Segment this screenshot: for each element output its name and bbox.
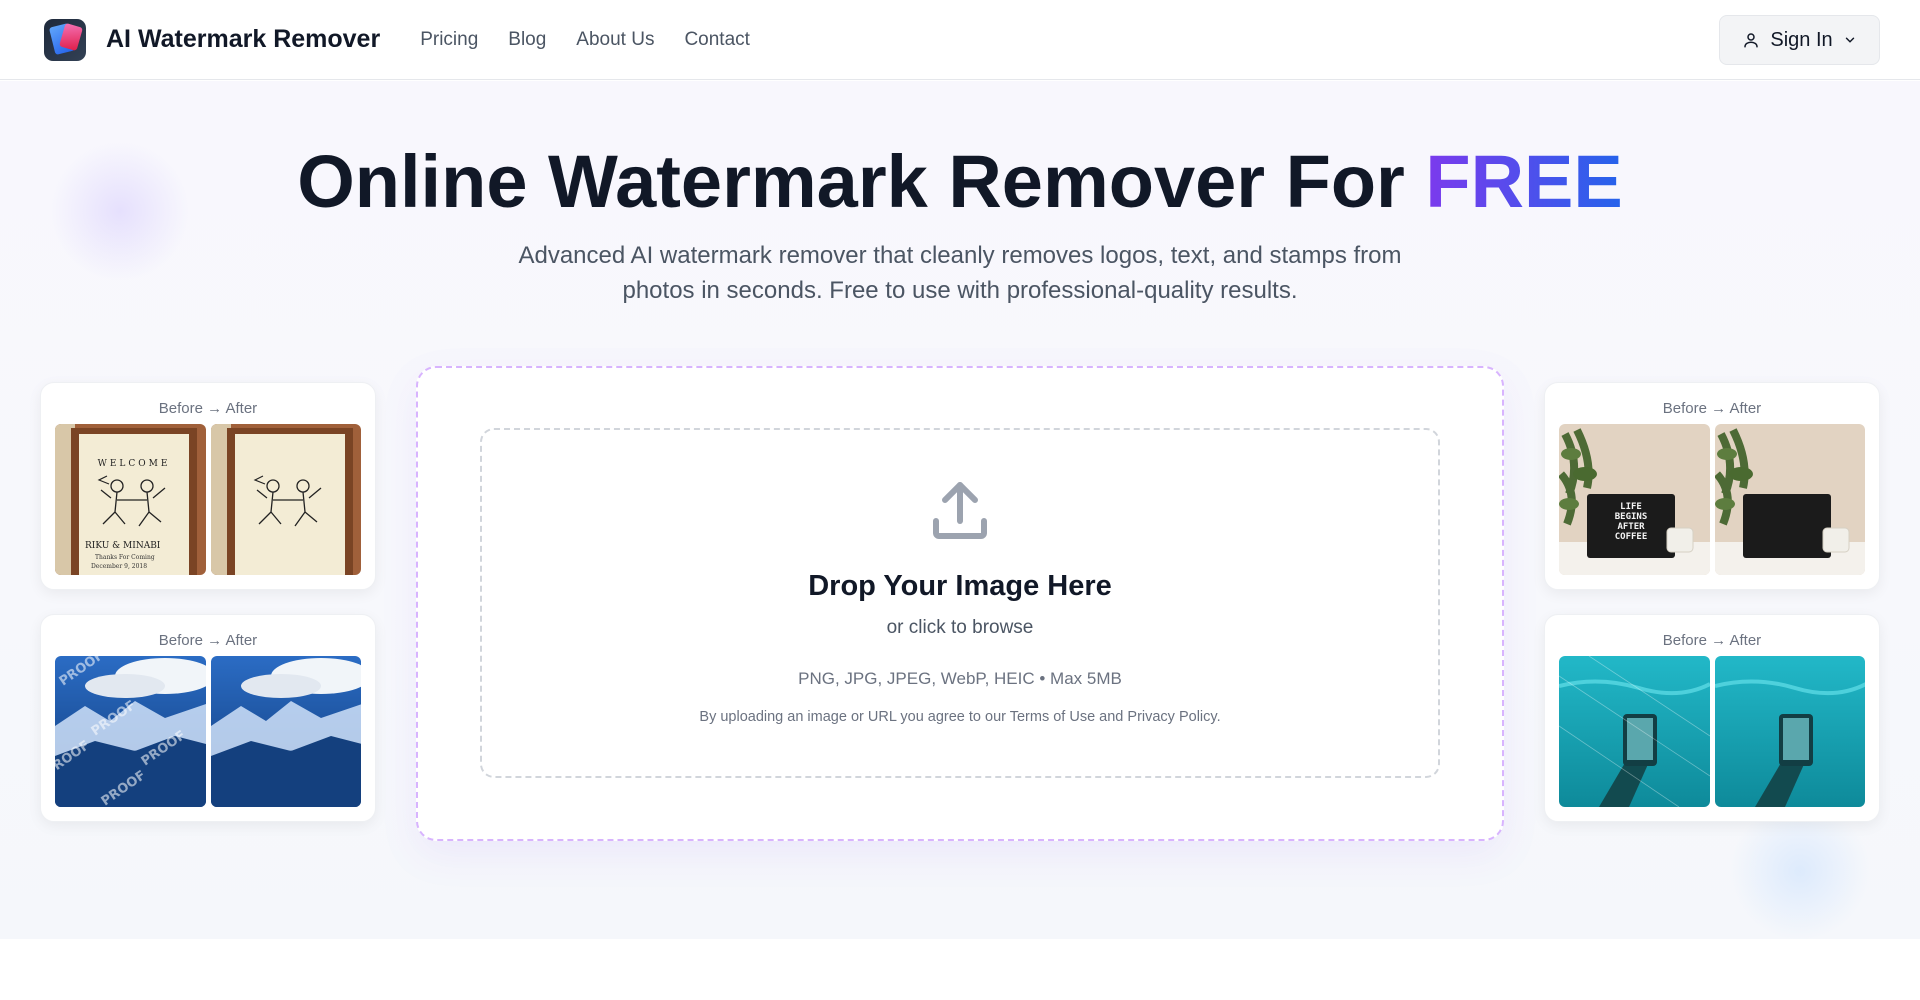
example-card-welcome-sign: Before → After WELCOME RIKU & MINABI Tha… [40,382,376,590]
upload-card: Drop Your Image Here or click to browse … [416,366,1504,841]
before-image: PROOF PROOF PROOF PROOF PROOF [55,656,206,807]
example-label: Before → After [158,632,258,649]
sign-in-label: Sign In [1770,28,1833,51]
nav-contact[interactable]: Contact [684,29,749,51]
nav-blog[interactable]: Blog [508,29,546,51]
after-image [210,656,361,807]
after-image [1714,656,1865,807]
supported-formats: PNG, JPG, JPEG, WebP, HEIC • Max 5MB [798,669,1122,688]
brand-logo[interactable]: AI Watermark Remover [44,18,381,61]
example-label: Before → After [1662,400,1762,417]
before-image [1559,656,1710,807]
before-image: WELCOME RIKU & MINABI Thanks For Coming … [55,424,206,575]
logo-icon [44,18,86,61]
nav-pricing[interactable]: Pricing [420,29,478,51]
site-header: AI Watermark Remover Pricing Blog About … [0,0,1920,80]
page-subtitle: Advanced AI watermark remover that clean… [518,242,1402,304]
hero-section: Online Watermark Remover For FREE Advanc… [0,81,1920,939]
brand-name: AI Watermark Remover [106,25,381,53]
svg-text:BEGINS: BEGINS [1615,512,1648,522]
svg-text:COFFEE: COFFEE [1615,532,1648,542]
svg-text:WELCOME: WELCOME [98,459,171,469]
svg-text:RIKU & MINABI: RIKU & MINABI [85,541,161,551]
example-label: Before → After [1662,632,1762,649]
main-nav: Pricing Blog About Us Contact [420,29,750,51]
title-main: Online Watermark Remover For [297,140,1405,223]
title-accent: FREE [1425,140,1623,223]
page-title: Online Watermark Remover For FREE [0,139,1920,224]
upload-icon [933,482,987,539]
example-card-letter-board: Before → After LIFE BEGINS AFTER COFFEE [1544,382,1880,590]
example-card-mountains: Before → After PROOF PROOF PROOF PROOF P… [40,614,376,822]
svg-text:LIFE: LIFE [1620,502,1642,512]
upload-terms: By uploading an image or URL you agree t… [699,709,1221,725]
after-image [210,424,361,575]
example-label: Before → After [158,400,258,417]
image-dropzone[interactable]: Drop Your Image Here or click to browse … [480,428,1440,778]
before-image: LIFE BEGINS AFTER COFFEE [1559,424,1710,575]
nav-about-us[interactable]: About Us [576,29,654,51]
browse-link[interactable]: or click to browse [887,617,1034,639]
dropzone-title: Drop Your Image Here [808,570,1112,602]
after-image [1714,424,1865,575]
example-card-underwater: Before → After [1544,614,1880,822]
sign-in-button[interactable]: Sign In [1719,15,1880,65]
svg-text:December 9, 2018: December 9, 2018 [91,563,147,570]
user-icon [1744,33,1759,48]
chevron-down-icon [1845,37,1854,43]
svg-text:Thanks For Coming: Thanks For Coming [95,554,155,561]
svg-text:AFTER: AFTER [1617,522,1645,532]
